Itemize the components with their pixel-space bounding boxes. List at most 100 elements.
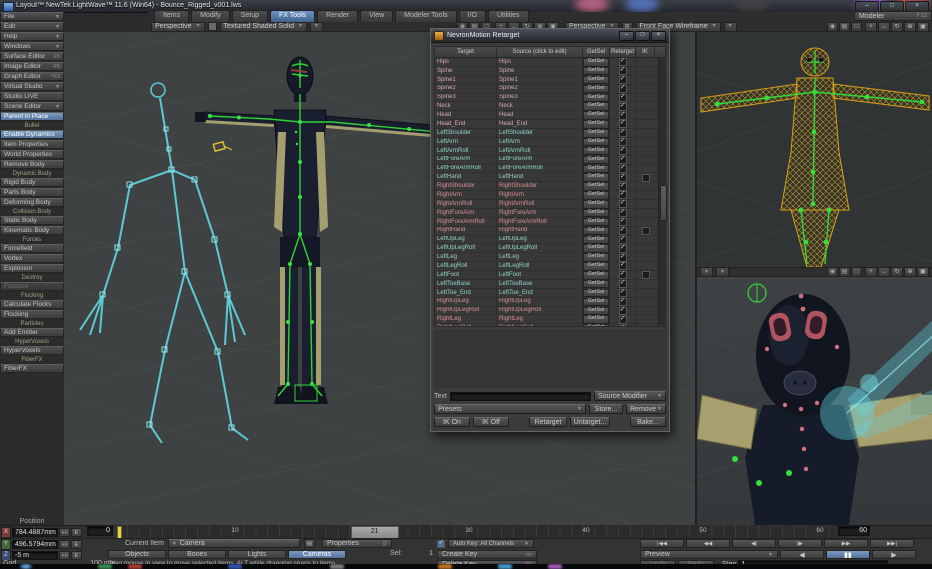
retarget-checkbox[interactable]: ✓ — [619, 307, 627, 315]
source-cell[interactable]: LeftFoot — [497, 271, 583, 280]
retarget-checkbox[interactable]: ✓ — [619, 325, 627, 327]
retarget-checkbox[interactable]: ✓ — [619, 112, 627, 120]
retarget-checkbox[interactable]: ✓ — [619, 236, 627, 244]
view-type-dropdown[interactable]: Perspective▼ — [151, 22, 205, 32]
pause-button[interactable]: ▮▮ — [826, 550, 870, 559]
getsel-button[interactable]: GetSel — [583, 253, 609, 262]
getsel-button[interactable]: GetSel — [583, 289, 609, 298]
shading-mode-dropdown[interactable]: ▼ — [716, 267, 729, 277]
taskbar-icon[interactable] — [498, 564, 512, 569]
taskbar-sliver[interactable] — [0, 564, 932, 569]
retarget-checkbox[interactable]: ✓ — [619, 254, 627, 262]
getsel-button[interactable]: GetSel — [583, 307, 609, 316]
table-row[interactable]: RightLegRollRightLegRollGetSel✓ — [435, 324, 665, 326]
sidebar-item-scene-editor[interactable]: Scene Editor▼ — [0, 102, 64, 111]
source-cell[interactable]: RightUpLeg — [497, 298, 583, 307]
table-row[interactable]: HeadHeadGetSel✓ — [435, 111, 665, 120]
table-row[interactable]: SpineSpineGetSel✓ — [435, 67, 665, 76]
cell-icon[interactable]: □ — [851, 22, 862, 32]
source-cell[interactable]: LeftForeArm — [497, 156, 583, 165]
retarget-checkbox[interactable]: ✓ — [619, 271, 627, 279]
getsel-button[interactable]: GetSel — [583, 200, 609, 209]
table-scrollbar[interactable] — [658, 57, 666, 325]
table-row[interactable]: LeftArmLeftArmGetSel✓ — [435, 138, 665, 147]
x-envelope-button[interactable]: E — [71, 528, 82, 537]
ik-off-button[interactable]: IK Off — [473, 417, 509, 427]
auto-key-checkbox[interactable]: ✓ — [437, 540, 445, 548]
table-row[interactable]: LeftForeArmRollLeftForeArmRollGetSel✓ — [435, 165, 665, 174]
source-cell[interactable]: LeftUpLeg — [497, 236, 583, 245]
auto-key-dropdown[interactable]: Auto Key: All Channels ▼ — [448, 539, 534, 548]
getsel-button[interactable]: GetSel — [583, 315, 609, 324]
bake-button[interactable]: Bake... — [630, 417, 666, 427]
camera-icon[interactable]: ◉ — [827, 22, 838, 32]
source-cell[interactable]: LeftLegRoll — [497, 262, 583, 271]
table-row[interactable]: LeftLegRollLeftLegRollGetSel✓ — [435, 262, 665, 271]
source-modifier-dropdown[interactable]: Source Modifier▼ — [594, 391, 666, 401]
table-row[interactable]: Head_EndHead_EndGetSel✓ — [435, 120, 665, 129]
properties-button[interactable]: Properties p — [322, 539, 392, 548]
item-list-button[interactable]: ▤ — [304, 539, 315, 548]
extra-dropdown[interactable]: ▼ — [310, 22, 323, 32]
table-row[interactable]: LeftUpLegRollLeftUpLegRollGetSel✓ — [435, 244, 665, 253]
create-key-button[interactable]: Create Key ret — [437, 550, 537, 559]
getsel-button[interactable]: GetSel — [583, 138, 609, 147]
lights-button[interactable]: Lights — [228, 550, 286, 559]
bottom-right-viewport[interactable] — [697, 277, 932, 525]
table-row[interactable]: HipsHipsGetSel✓ — [435, 58, 665, 67]
getsel-button[interactable]: GetSel — [583, 111, 609, 120]
start-orb-icon[interactable] — [20, 564, 32, 569]
table-row[interactable]: LeftToe_EndLeftToe_EndGetSel✓ — [435, 289, 665, 298]
retarget-checkbox[interactable]: ✓ — [619, 289, 627, 297]
move-icon[interactable]: + — [865, 267, 877, 277]
y-envelope-button[interactable]: E — [71, 540, 82, 549]
taskbar-icon[interactable] — [228, 564, 242, 569]
retarget-checkbox[interactable]: ✓ — [619, 174, 627, 182]
zoom-icon[interactable]: ⊕ — [904, 22, 916, 32]
tab-items[interactable]: Items — [154, 10, 189, 22]
rotate-icon[interactable]: ↻ — [891, 22, 903, 32]
next-frame-button[interactable]: |▶ — [778, 539, 822, 548]
wireframe-figure[interactable] — [701, 48, 929, 267]
tab-fx-tools[interactable]: FX Tools — [270, 10, 315, 22]
modeler-button[interactable]: Modeler F12 — [854, 11, 932, 21]
getsel-button[interactable]: GetSel — [583, 218, 609, 227]
sidebar-item-flocking[interactable]: Flocking — [0, 310, 64, 319]
retarget-checkbox[interactable]: ✓ — [619, 85, 627, 93]
source-cell[interactable]: RightLegRoll — [497, 324, 583, 326]
rotate-icon[interactable]: ↻ — [891, 267, 903, 277]
end-frame-field[interactable]: 60 — [838, 526, 870, 536]
dialog-title-bar[interactable]: NevronMotion Retarget –□× — [431, 29, 669, 43]
source-cell[interactable]: RightUpLegRoll — [497, 307, 583, 316]
remove-dropdown[interactable]: Remove▼ — [626, 404, 666, 414]
source-cell[interactable]: RightForeArmRoll — [497, 218, 583, 227]
list-icon[interactable]: ▤ — [839, 267, 850, 277]
table-row[interactable]: Spine3Spine3GetSel✓ — [435, 94, 665, 103]
retarget-checkbox[interactable]: ✓ — [619, 316, 627, 324]
ik-checkbox[interactable] — [642, 271, 650, 279]
getsel-button[interactable]: GetSel — [583, 173, 609, 182]
camera-icon[interactable]: ◉ — [827, 267, 838, 277]
start-frame-field[interactable]: 0 — [87, 526, 113, 536]
source-cell[interactable]: LeftForeArmRoll — [497, 165, 583, 174]
getsel-button[interactable]: GetSel — [583, 209, 609, 218]
bones-button[interactable]: Bones — [168, 550, 226, 559]
source-cell[interactable]: Spine2 — [497, 85, 583, 94]
retarget-checkbox[interactable]: ✓ — [619, 183, 627, 191]
source-cell[interactable]: Spine1 — [497, 76, 583, 85]
current-item-dropdown[interactable]: ▼Camera — [168, 539, 300, 548]
retarget-checkbox[interactable]: ✓ — [619, 58, 627, 66]
view-type-dropdown[interactable]: ▼ — [700, 267, 713, 277]
source-cell[interactable]: Neck — [497, 102, 583, 111]
sidebar-item-item-properties[interactable]: Item Properties — [0, 140, 64, 149]
dialog-maximize-button[interactable]: □ — [635, 31, 650, 41]
source-cell[interactable]: LeftUpLegRoll — [497, 244, 583, 253]
tab-modify[interactable]: Modify — [191, 10, 230, 22]
tab-utilities[interactable]: Utilities — [488, 10, 529, 22]
getsel-button[interactable]: GetSel — [583, 58, 609, 67]
source-cell[interactable]: RightHand — [497, 227, 583, 236]
retarget-checkbox[interactable]: ✓ — [619, 245, 627, 253]
move-icon[interactable]: + — [865, 22, 877, 32]
source-cell[interactable]: RightArmRoll — [497, 200, 583, 209]
sidebar-item-parts-body[interactable]: Parts Body — [0, 188, 64, 197]
